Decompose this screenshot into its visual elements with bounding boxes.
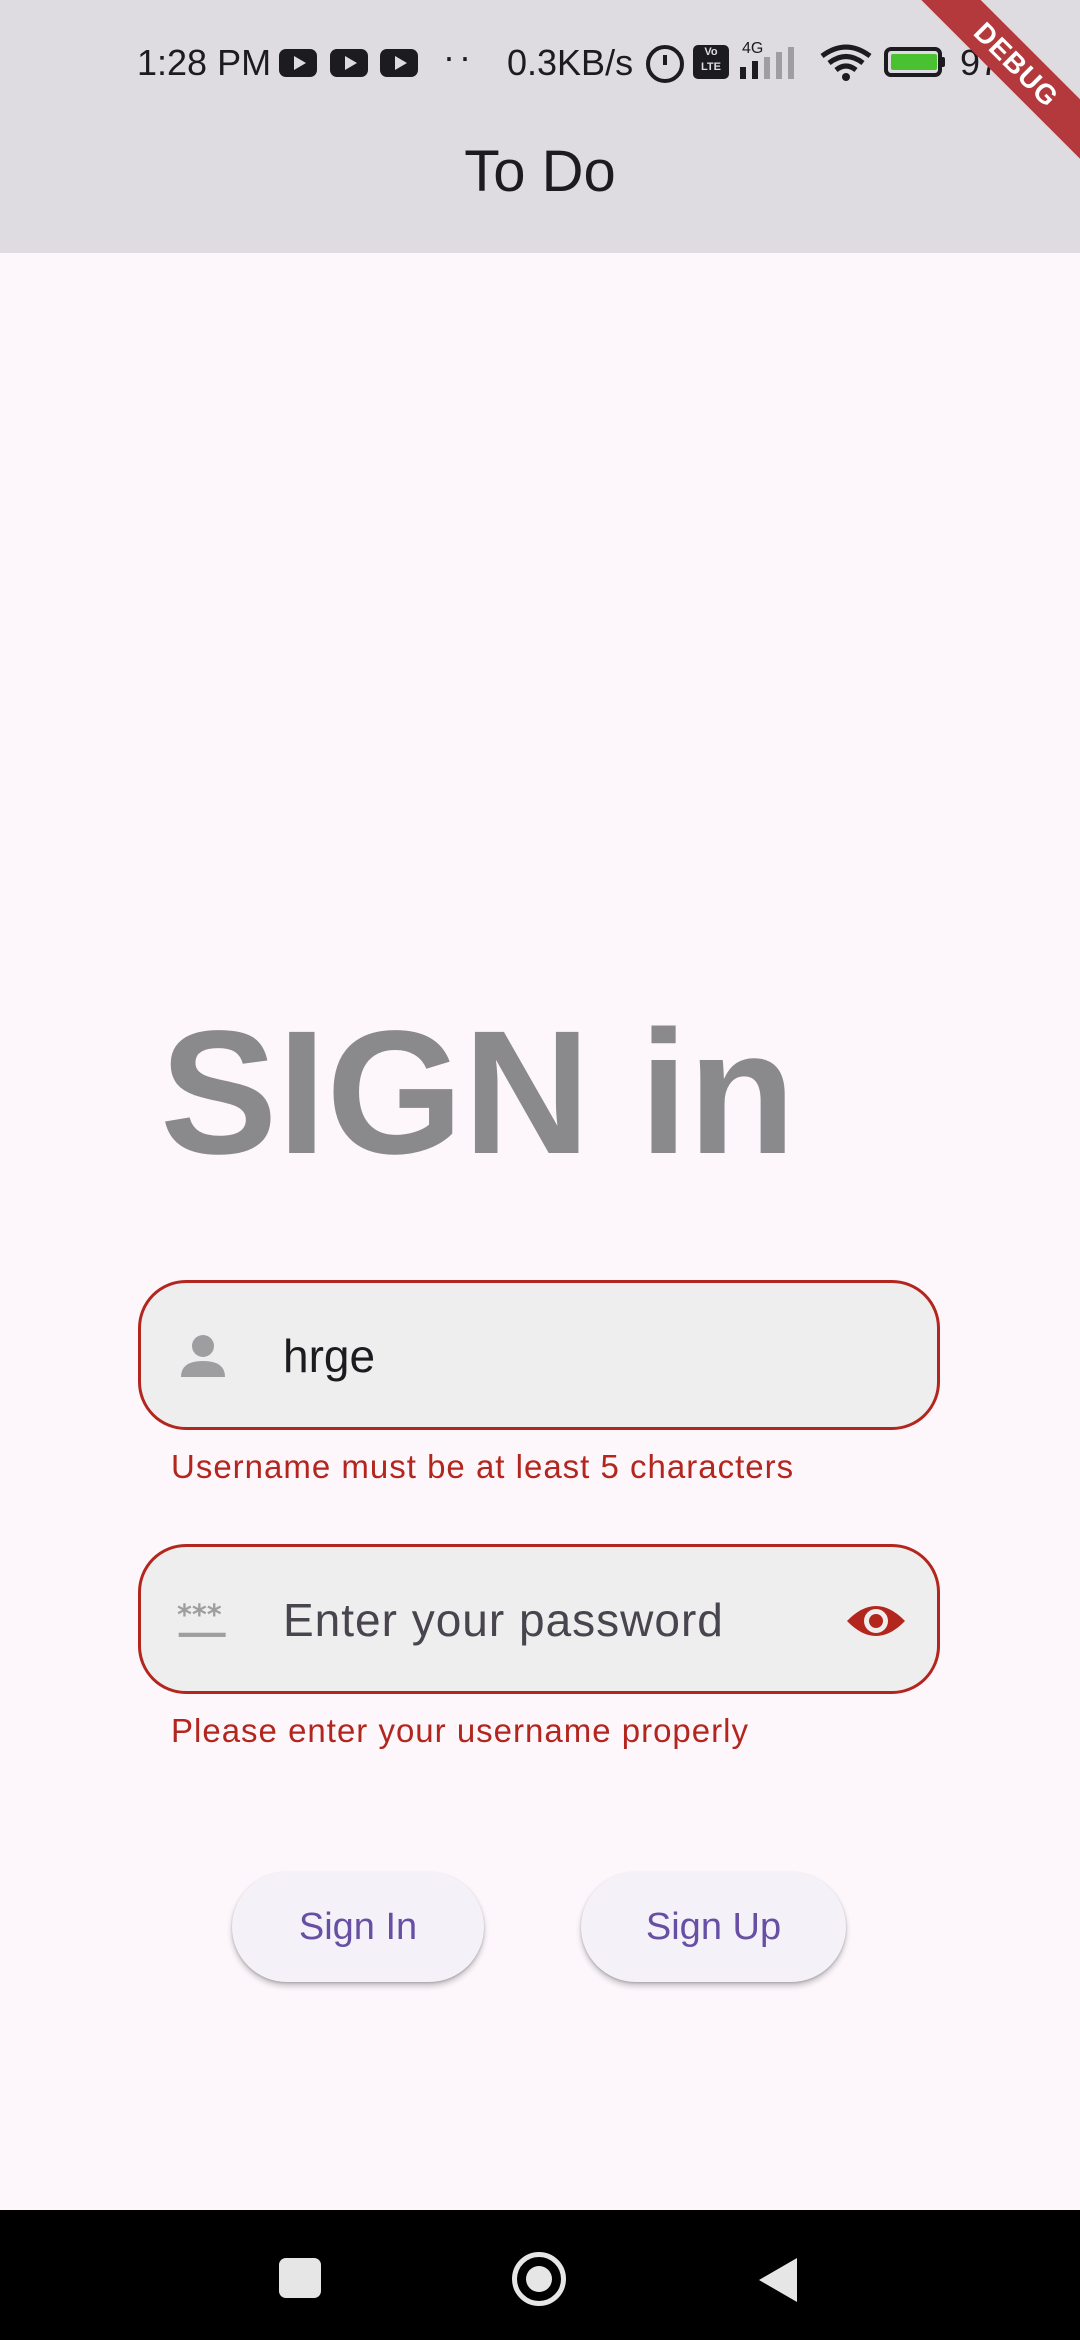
alarm-icon (646, 45, 684, 83)
network-speed: 0.3KB/s (507, 42, 634, 83)
app-title: To Do (464, 139, 616, 204)
youtube-icon (380, 49, 418, 77)
system-navigation-bar (0, 2210, 1080, 2340)
more-notifications-indicator: ·· (443, 36, 475, 77)
password-field[interactable]: *** Enter your password (138, 1544, 940, 1694)
password-icon: *** (177, 1598, 226, 1637)
status-time: 1:28 PM (137, 42, 272, 83)
app-bar: 1:28 PM ·· 0.3KB/s Vo LTE 4G 97% To Do D… (0, 0, 1080, 253)
eye-icon[interactable] (845, 1597, 907, 1645)
status-bar: 1:28 PM ·· 0.3KB/s Vo LTE 4G 97% (0, 0, 1080, 120)
person-icon (181, 1335, 225, 1377)
home-icon[interactable] (512, 2252, 566, 2306)
wifi-icon (820, 44, 872, 81)
username-error-text: Username must be at least 5 characters (171, 1448, 795, 1485)
youtube-icon (330, 49, 368, 77)
battery-cap (940, 57, 945, 67)
svg-text:***: *** (177, 1598, 222, 1631)
password-error-text: Please enter your username properly (171, 1712, 749, 1749)
password-input-placeholder[interactable]: Enter your password (283, 1593, 724, 1647)
recent-apps-icon[interactable] (279, 2258, 321, 2298)
back-icon[interactable] (759, 2258, 797, 2302)
youtube-icon (279, 49, 317, 77)
username-field[interactable]: hrge (138, 1280, 940, 1430)
page-heading: SIGN in (160, 995, 796, 1191)
username-input-value[interactable]: hrge (283, 1329, 375, 1383)
sign-up-button[interactable]: Sign Up (581, 1872, 846, 1982)
volte-icon: Vo LTE (693, 45, 729, 79)
network-type: 4G (742, 40, 764, 57)
battery-icon (884, 47, 945, 77)
battery-level (891, 54, 937, 70)
sign-in-button[interactable]: Sign In (232, 1872, 484, 1982)
